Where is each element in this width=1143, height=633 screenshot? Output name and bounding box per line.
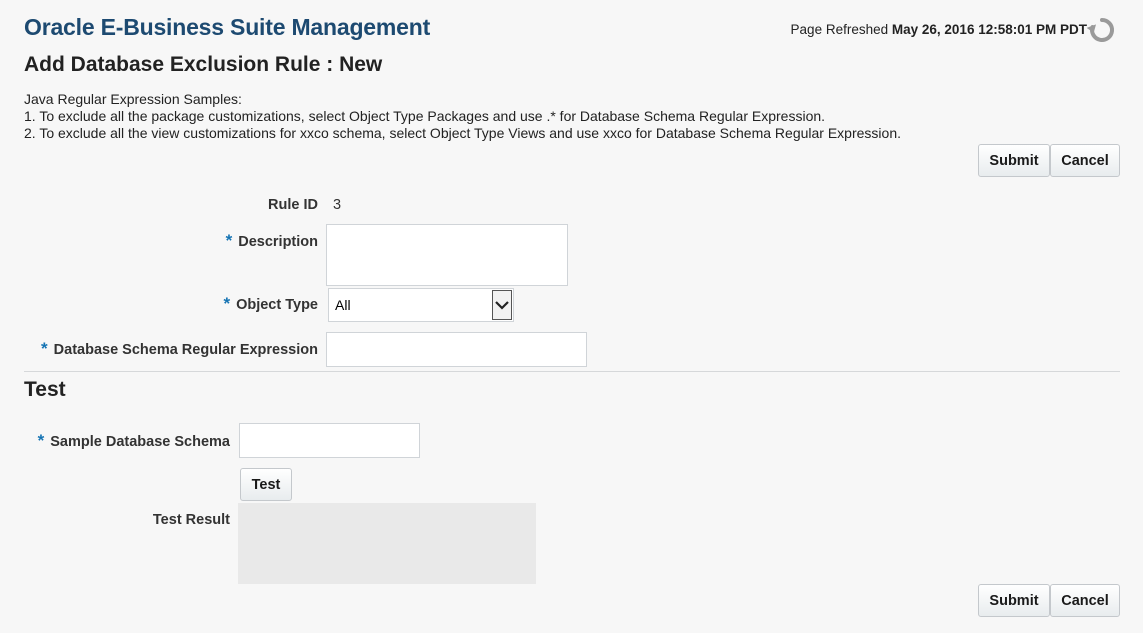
samples-title: Java Regular Expression Samples: bbox=[24, 91, 242, 107]
sample-schema-label: * Sample Database Schema bbox=[38, 431, 230, 451]
cancel-button-top[interactable]: Cancel bbox=[1050, 144, 1120, 177]
test-result-field bbox=[238, 503, 536, 584]
required-marker: * bbox=[225, 231, 233, 250]
sample-schema-field[interactable] bbox=[239, 423, 420, 458]
schema-regex-label-text: Database Schema Regular Expression bbox=[53, 342, 318, 358]
refresh-icon[interactable] bbox=[1086, 15, 1117, 45]
required-marker: * bbox=[41, 339, 48, 358]
app-title: Oracle E-Business Suite Management bbox=[24, 14, 431, 40]
description-label-text: Description bbox=[238, 234, 318, 250]
description-label: * Description bbox=[226, 231, 318, 251]
required-marker: * bbox=[37, 431, 45, 450]
rule-id-label: Rule ID bbox=[268, 197, 318, 213]
sample-line-1: 1. To exclude all the package customizat… bbox=[24, 108, 826, 124]
page-heading: Add Database Exclusion Rule : New bbox=[24, 53, 383, 76]
schema-regex-label: * Database Schema Regular Expression bbox=[41, 339, 318, 359]
page-refreshed-label: Page Refreshed bbox=[790, 22, 889, 37]
cancel-button-bottom[interactable]: Cancel bbox=[1050, 584, 1120, 617]
object-type-select[interactable]: All bbox=[328, 288, 514, 322]
schema-regex-field[interactable] bbox=[326, 332, 587, 367]
test-button[interactable]: Test bbox=[240, 468, 292, 501]
page-refreshed-time: May 26, 2016 12:58:01 PM PDT bbox=[891, 22, 1087, 37]
sample-schema-label-text: Sample Database Schema bbox=[50, 434, 230, 450]
object-type-label-text: Object Type bbox=[236, 297, 318, 313]
submit-button-bottom[interactable]: Submit bbox=[978, 584, 1050, 617]
required-marker: * bbox=[223, 294, 231, 313]
description-field[interactable] bbox=[326, 224, 568, 286]
test-section-heading: Test bbox=[24, 378, 66, 401]
section-divider bbox=[24, 371, 1120, 372]
rule-id-value: 3 bbox=[333, 197, 342, 213]
page-refreshed-status: Page Refreshed May 26, 2016 12:58:01 PM … bbox=[791, 22, 1087, 37]
test-result-label: Test Result bbox=[152, 512, 230, 528]
sample-line-2: 2. To exclude all the view customization… bbox=[24, 125, 901, 141]
object-type-label: * Object Type bbox=[223, 294, 318, 314]
submit-button-top[interactable]: Submit bbox=[978, 144, 1050, 177]
chevron-down-icon[interactable] bbox=[492, 290, 512, 320]
object-type-selected-value: All bbox=[335, 297, 351, 313]
